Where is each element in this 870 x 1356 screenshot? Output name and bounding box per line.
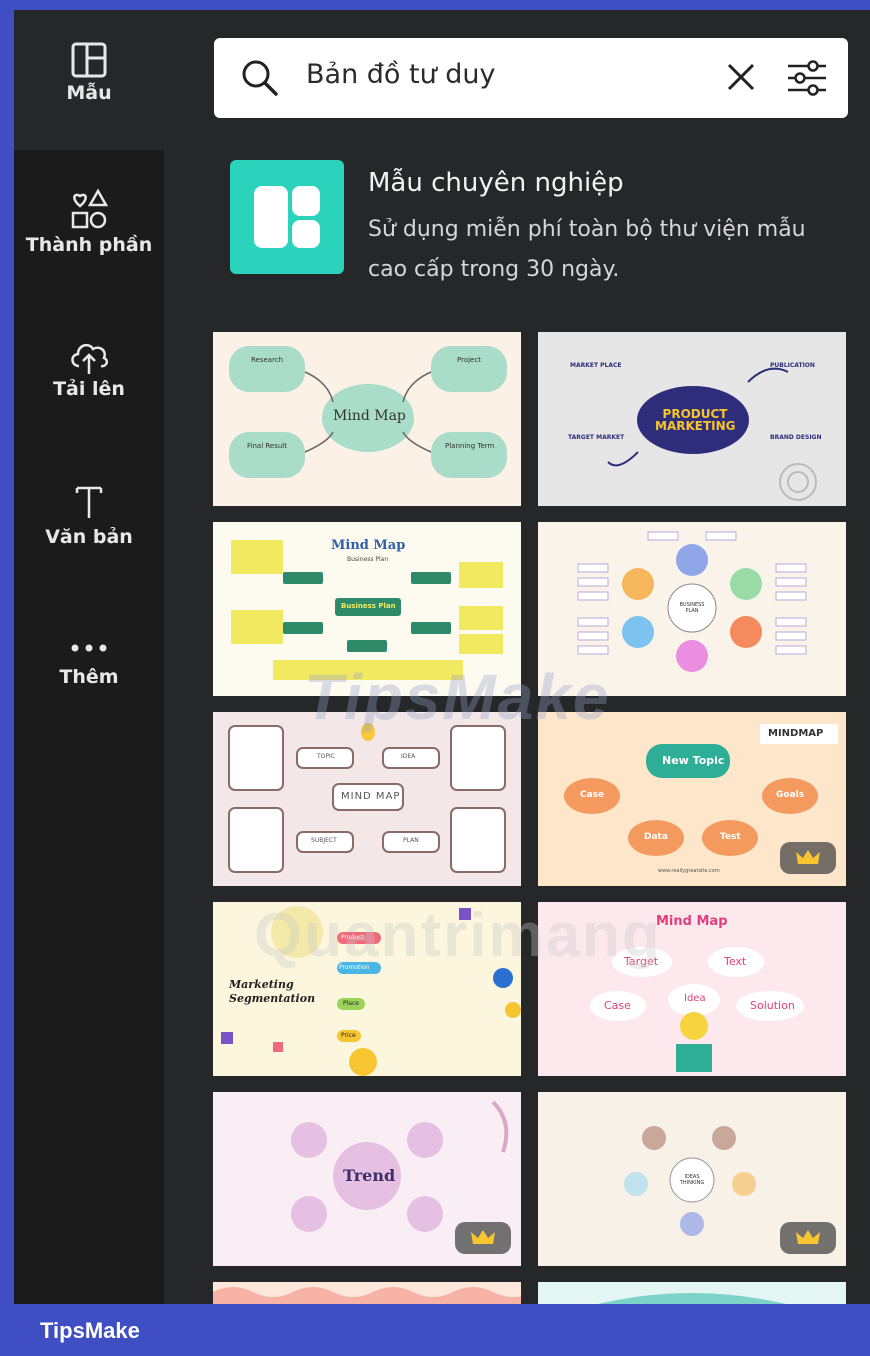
template-thumbnail bbox=[213, 1287, 521, 1304]
search-bar[interactable]: Bản đồ tư duy bbox=[214, 38, 848, 118]
template-title: Mind Map bbox=[333, 408, 406, 424]
template-title: IDEAS THINKING bbox=[679, 1174, 705, 1186]
template-heading: MINDMAP bbox=[768, 728, 824, 739]
text-icon bbox=[75, 486, 103, 518]
footer-bar: TipsMake bbox=[0, 1304, 870, 1356]
crown-icon bbox=[796, 850, 820, 864]
clear-icon[interactable] bbox=[724, 60, 758, 94]
sidebar-item-templates[interactable]: Mẫu bbox=[14, 40, 164, 104]
template-title: Trend bbox=[343, 1166, 396, 1185]
template-label: MARKET PLACE bbox=[570, 362, 622, 369]
template-card[interactable]: PRODUCT MARKETING MARKET PLACE PUBLICATI… bbox=[538, 332, 846, 506]
template-label: BRAND DESIGN bbox=[770, 434, 822, 441]
template-title: MIND MAP bbox=[341, 791, 401, 802]
template-node: Solution bbox=[750, 999, 795, 1012]
promo-logo[interactable] bbox=[230, 160, 344, 274]
template-node: Case bbox=[604, 999, 631, 1012]
template-heading: Mind Map bbox=[331, 538, 406, 553]
promo-title[interactable]: Mẫu chuyên nghiệp bbox=[368, 168, 624, 198]
template-card[interactable] bbox=[538, 1282, 846, 1304]
template-node: IDEA bbox=[401, 753, 416, 760]
upload-cloud-icon bbox=[71, 343, 109, 374]
sidebar-item-label: Mẫu bbox=[66, 82, 112, 104]
watermark: Quantrimang bbox=[254, 901, 662, 970]
premium-badge bbox=[455, 1222, 511, 1254]
sidebar-rail: Mẫu Thành phần Tải lên Văn bản Thêm bbox=[14, 10, 164, 1304]
template-footer: www.reallygreatsite.com bbox=[658, 868, 720, 874]
sidebar-item-label: Văn bản bbox=[45, 526, 133, 548]
template-thumbnail bbox=[598, 1293, 786, 1304]
sidebar-item-more[interactable]: Thêm bbox=[14, 638, 164, 688]
template-title: BUSINESS PLAN bbox=[679, 602, 705, 614]
crown-icon bbox=[471, 1230, 495, 1244]
template-node: Text bbox=[724, 955, 747, 968]
sidebar-item-upload[interactable]: Tải lên bbox=[14, 336, 164, 400]
template-card[interactable]: Mind Map Research Project Final Result P… bbox=[213, 332, 521, 506]
template-node: Place bbox=[343, 1000, 359, 1007]
template-node: TOPIC bbox=[317, 753, 335, 760]
sidebar-item-text[interactable]: Văn bản bbox=[14, 482, 164, 548]
premium-badge bbox=[780, 842, 836, 874]
search-input[interactable]: Bản đồ tư duy bbox=[306, 59, 496, 90]
template-node: Final Result bbox=[247, 442, 287, 450]
template-node: SUBJECT bbox=[311, 837, 337, 844]
template-title: Marketing Segmentation bbox=[229, 978, 316, 1005]
template-title: New Topic bbox=[662, 754, 725, 767]
editor-panel: Mẫu Thành phần Tải lên Văn bản Thêm Bản … bbox=[14, 10, 870, 1304]
template-node: Case bbox=[580, 790, 605, 800]
template-label: TARGET MARKET bbox=[568, 434, 625, 441]
search-icon[interactable] bbox=[240, 58, 280, 98]
template-heading: Mind Map bbox=[656, 914, 728, 929]
sidebar-item-label: Tải lên bbox=[53, 378, 125, 400]
template-label: PUBLICATION bbox=[770, 362, 815, 369]
template-title: Business Plan bbox=[341, 602, 396, 610]
template-card[interactable]: MIND MAP TOPIC IDEA SUBJECT PLAN bbox=[213, 712, 521, 886]
footer-brand: TipsMake bbox=[40, 1318, 140, 1343]
template-subheading: Business Plan bbox=[347, 556, 389, 563]
sidebar-item-label: Thành phần bbox=[25, 234, 153, 256]
template-node: PLAN bbox=[403, 837, 419, 844]
canva-pro-icon bbox=[254, 186, 320, 248]
template-title: Idea bbox=[684, 993, 706, 1004]
template-node: Goals bbox=[776, 790, 805, 800]
template-node: Data bbox=[644, 832, 668, 842]
crown-icon bbox=[796, 1230, 820, 1244]
template-node: Project bbox=[457, 356, 481, 364]
elements-icon bbox=[71, 188, 109, 229]
template-node: Price bbox=[341, 1032, 356, 1039]
sidebar-item-elements[interactable]: Thành phần bbox=[14, 188, 164, 256]
template-card[interactable]: IDEAS THINKING bbox=[538, 1092, 846, 1266]
more-dots-icon bbox=[71, 644, 107, 652]
template-node: Test bbox=[720, 832, 741, 842]
template-title: PRODUCT MARKETING bbox=[655, 407, 736, 433]
template-card[interactable]: Trend bbox=[213, 1092, 521, 1266]
template-node: Planning Term bbox=[445, 442, 495, 450]
template-card[interactable] bbox=[213, 1282, 521, 1304]
sidebar-item-label: Thêm bbox=[59, 666, 119, 688]
template-node: Research bbox=[251, 356, 284, 364]
promo-description: Sử dụng miễn phí toàn bộ thư viện mẫu ca… bbox=[368, 217, 806, 282]
template-card[interactable]: New Topic MINDMAP Case Goals Data Test w… bbox=[538, 712, 846, 886]
premium-badge bbox=[780, 1222, 836, 1254]
filter-icon[interactable] bbox=[786, 58, 828, 98]
template-icon bbox=[71, 42, 107, 78]
watermark: TipsMake bbox=[304, 661, 611, 733]
